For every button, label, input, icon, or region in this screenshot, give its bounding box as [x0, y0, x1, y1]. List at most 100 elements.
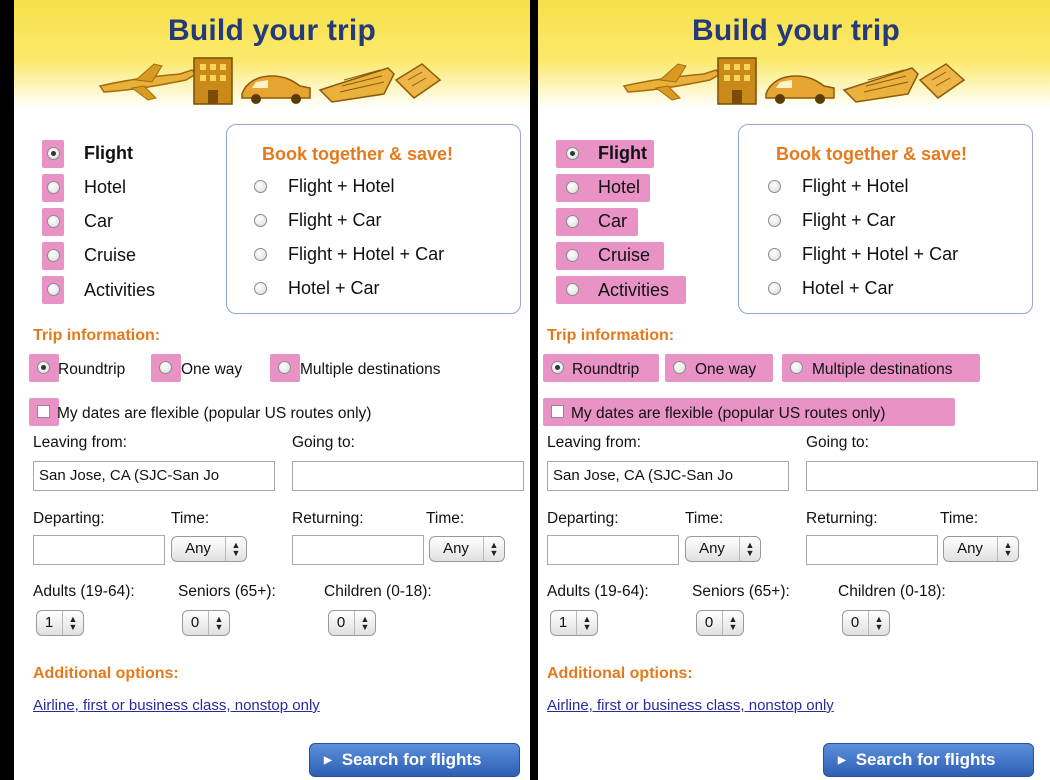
children-label: Children (0-18): [838, 583, 946, 600]
leaving-from-input[interactable]: San Jose, CA (SJC-San Jo [33, 461, 275, 491]
radio-car[interactable] [566, 215, 579, 228]
seniors-label: Seniors (65+): [692, 583, 790, 600]
select-value: 1 [558, 614, 568, 631]
radio-one-way[interactable] [673, 361, 686, 374]
departing-time-select[interactable]: Any ▲ ▼ [171, 536, 247, 562]
leaving-from-input[interactable]: San Jose, CA (SJC-San Jo [547, 461, 789, 491]
departing-time-select[interactable]: Any ▲ ▼ [685, 536, 761, 562]
radio-activities[interactable] [47, 283, 60, 296]
one-way-label: One way [181, 361, 243, 378]
trip-type-label-car: Car [598, 211, 628, 231]
header: Build your trip [14, 0, 530, 108]
trip-type-label-flight: Flight [84, 143, 133, 163]
additional-options-link[interactable]: Airline, first or business class, nonsto… [33, 697, 320, 714]
multiple-destinations-label: Multiple destinations [300, 361, 441, 378]
play-arrow-icon: ▶ [324, 755, 332, 766]
chevron-updown-icon: ▲ ▼ [225, 537, 246, 561]
chevron-updown-icon: ▲ ▼ [997, 537, 1018, 561]
radio-multiple-destinations[interactable] [790, 361, 803, 374]
bundle-label: Flight + Hotel + Car [288, 244, 445, 264]
seniors-label: Seniors (65+): [178, 583, 276, 600]
going-to-input[interactable] [292, 461, 524, 491]
bundle-label: Flight + Car [288, 210, 382, 230]
radio-hotel[interactable] [566, 181, 579, 194]
children-select[interactable]: 0 ▲ ▼ [842, 610, 890, 636]
going-to-input[interactable] [806, 461, 1038, 491]
radio-bundle-flight-car[interactable] [768, 214, 781, 227]
adults-label: Adults (19-64): [33, 583, 135, 600]
trip-builder-panel-right: Build your trip Flight Hotel Car Cruise … [538, 0, 1050, 780]
returning-time-label: Time: [940, 510, 979, 527]
bundle-label: Flight + Hotel [802, 176, 909, 196]
page-title: Build your trip [692, 14, 900, 47]
radio-hotel[interactable] [47, 181, 60, 194]
additional-options-link[interactable]: Airline, first or business class, nonsto… [547, 697, 834, 714]
radio-bundle-flight-car[interactable] [254, 214, 267, 227]
activities-ticket-icon [918, 63, 966, 99]
select-value: 1 [44, 614, 54, 631]
radio-bundle-hotel-car[interactable] [254, 282, 267, 295]
radio-one-way[interactable] [159, 361, 172, 374]
chevron-updown-icon: ▲ ▼ [739, 537, 760, 561]
radio-bundle-flight-hotel-car[interactable] [768, 248, 781, 261]
trip-type-label-flight: Flight [598, 143, 647, 163]
page-title: Build your trip [168, 14, 376, 47]
cruise-ship-icon [318, 67, 395, 103]
bundle-title: Book together & save! [776, 144, 968, 164]
panel-divider [530, 0, 538, 780]
chevron-updown-icon: ▲ ▼ [722, 611, 743, 635]
departing-time-label: Time: [171, 510, 210, 527]
airplane-icon [98, 63, 198, 101]
returning-date-input[interactable] [292, 535, 424, 565]
departing-date-input[interactable] [33, 535, 165, 565]
flexible-dates-checkbox[interactable] [551, 405, 564, 418]
radio-bundle-flight-hotel[interactable] [768, 180, 781, 193]
trip-type-label-hotel: Hotel [598, 177, 641, 197]
additional-options-heading: Additional options: [547, 665, 693, 682]
roundtrip-label: Roundtrip [58, 361, 126, 378]
search-flights-button[interactable]: ▶ Search for flights [309, 743, 520, 777]
radio-multiple-destinations[interactable] [278, 361, 291, 374]
returning-time-label: Time: [426, 510, 465, 527]
radio-roundtrip[interactable] [551, 361, 564, 374]
bundle-title: Book together & save! [262, 144, 454, 164]
adults-select[interactable]: 1 ▲ ▼ [550, 610, 598, 636]
search-flights-button[interactable]: ▶ Search for flights [823, 743, 1034, 777]
flexible-dates-label: My dates are flexible (popular US routes… [57, 405, 372, 422]
radio-flight[interactable] [566, 147, 579, 160]
radio-flight[interactable] [47, 147, 60, 160]
seniors-select[interactable]: 0 ▲ ▼ [696, 610, 744, 636]
search-button-label: Search for flights [855, 750, 996, 769]
flexible-dates-checkbox[interactable] [37, 405, 50, 418]
radio-bundle-flight-hotel-car[interactable] [254, 248, 267, 261]
departing-time-label: Time: [685, 510, 724, 527]
bundle-label: Hotel + Car [802, 278, 894, 298]
radio-car[interactable] [47, 215, 60, 228]
car-icon [241, 75, 311, 104]
returning-label: Returning: [806, 510, 878, 527]
roundtrip-label: Roundtrip [572, 361, 640, 378]
seniors-select[interactable]: 0 ▲ ▼ [182, 610, 230, 636]
departing-label: Departing: [33, 510, 105, 527]
returning-time-select[interactable]: Any ▲ ▼ [429, 536, 505, 562]
departing-date-input[interactable] [547, 535, 679, 565]
children-select[interactable]: 0 ▲ ▼ [328, 610, 376, 636]
chevron-updown-icon: ▲ ▼ [868, 611, 889, 635]
bundle-label: Flight + Car [802, 210, 896, 230]
trip-info-heading: Trip information: [547, 327, 675, 344]
radio-cruise[interactable] [47, 249, 60, 262]
trip-type-label-activities: Activities [84, 280, 156, 300]
additional-options-heading: Additional options: [33, 665, 179, 682]
radio-bundle-hotel-car[interactable] [768, 282, 781, 295]
returning-time-select[interactable]: Any ▲ ▼ [943, 536, 1019, 562]
travel-icons-strip [622, 57, 966, 105]
select-value: 0 [704, 614, 714, 631]
returning-date-input[interactable] [806, 535, 938, 565]
radio-activities[interactable] [566, 283, 579, 296]
radio-cruise[interactable] [566, 249, 579, 262]
adults-select[interactable]: 1 ▲ ▼ [36, 610, 84, 636]
radio-roundtrip[interactable] [37, 361, 50, 374]
trip-info-heading: Trip information: [33, 327, 161, 344]
select-value: Any [443, 540, 469, 557]
radio-bundle-flight-hotel[interactable] [254, 180, 267, 193]
